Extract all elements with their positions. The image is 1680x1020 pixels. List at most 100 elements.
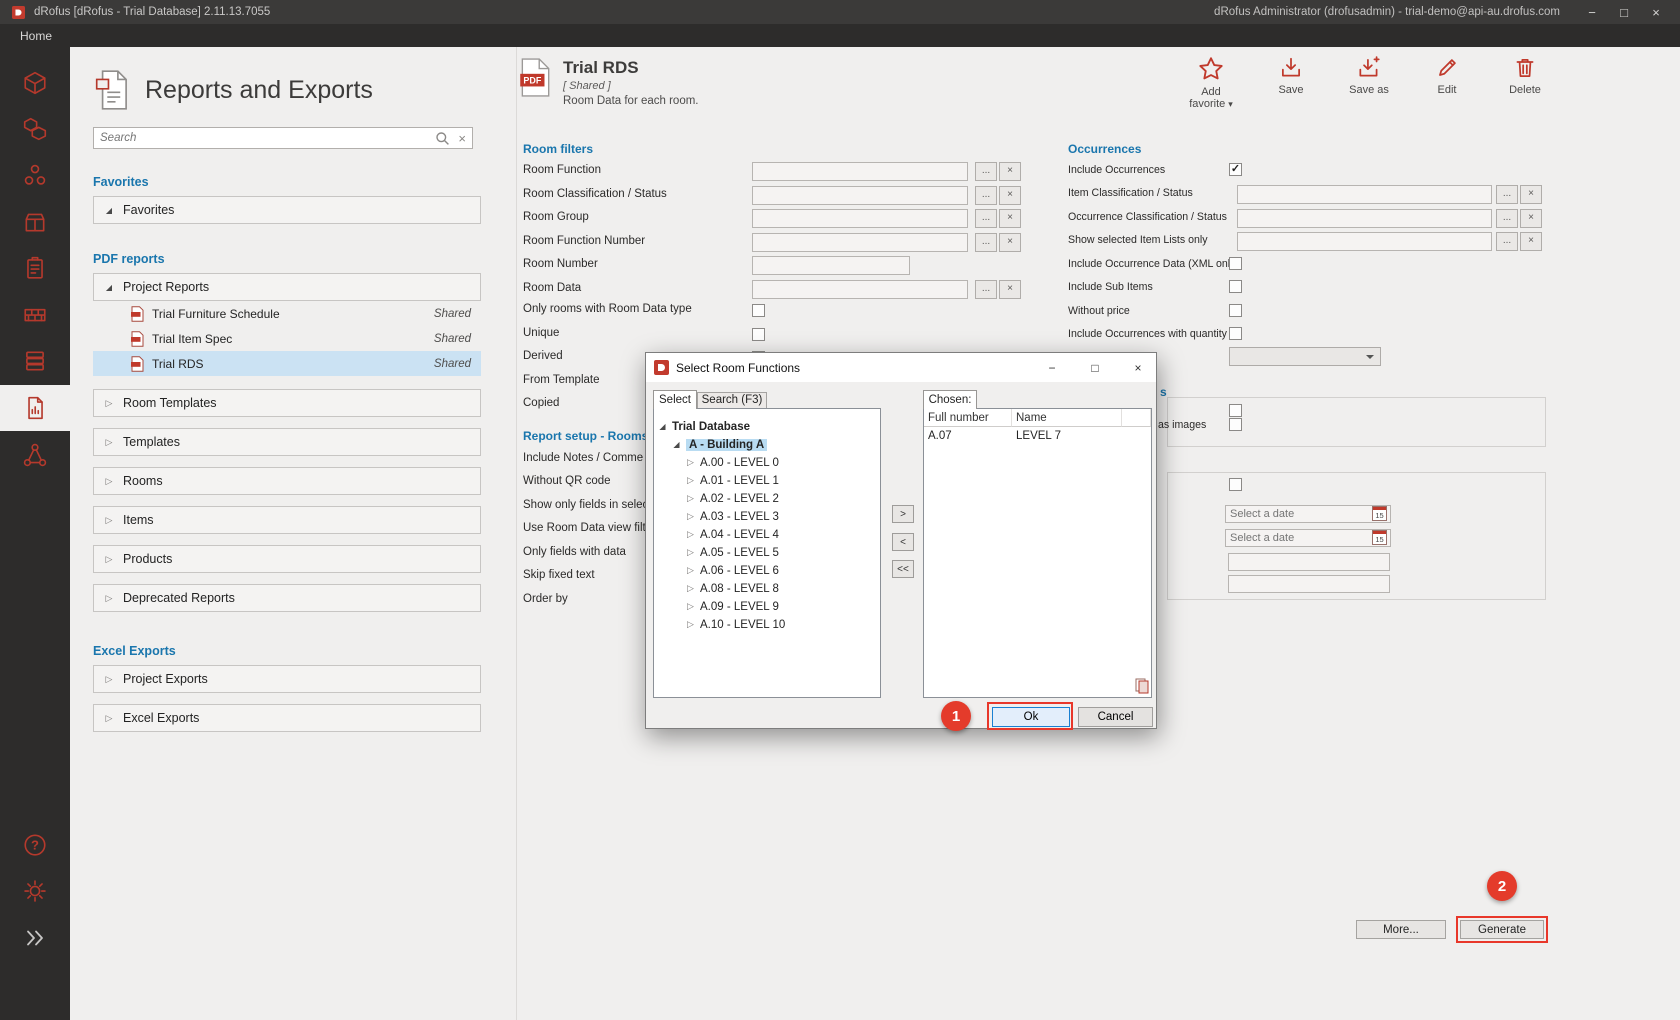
date-from-input[interactable] bbox=[1225, 505, 1391, 523]
extra-input-2[interactable] bbox=[1228, 575, 1390, 593]
lookup-button[interactable]: ... bbox=[975, 209, 997, 228]
add-selected-button[interactable]: > bbox=[892, 505, 914, 523]
column-full-number[interactable]: Full number bbox=[924, 409, 1012, 427]
save-as-button[interactable]: Save as bbox=[1342, 55, 1396, 96]
restore-button[interactable]: □ bbox=[1608, 5, 1640, 20]
room-classification-input[interactable] bbox=[752, 186, 968, 205]
calendar-icon[interactable]: 15 bbox=[1372, 506, 1387, 521]
lookup-button[interactable]: ... bbox=[1496, 185, 1518, 204]
tab-select[interactable]: Select bbox=[653, 390, 697, 409]
tree-node-level[interactable]: ▷A.02 - LEVEL 2 bbox=[686, 490, 779, 507]
remove-all-button[interactable]: << bbox=[892, 560, 914, 578]
as-images-checkbox[interactable] bbox=[1229, 418, 1242, 431]
sidebar-item-4[interactable] bbox=[0, 199, 70, 245]
report-item-trial-rds[interactable]: Trial RDS Shared bbox=[93, 351, 481, 376]
group1-checkbox[interactable] bbox=[1229, 404, 1242, 417]
group-bar-templates[interactable]: ▷Templates bbox=[93, 428, 481, 456]
search-input[interactable] bbox=[100, 132, 435, 144]
sidebar-item-1[interactable] bbox=[0, 60, 70, 106]
lookup-button[interactable]: ... bbox=[975, 233, 997, 252]
clear-button[interactable]: × bbox=[999, 209, 1021, 228]
favorites-group-bar[interactable]: ◢ Favorites bbox=[93, 196, 481, 224]
tree-node-level[interactable]: ▷A.01 - LEVEL 1 bbox=[686, 472, 779, 489]
tree-node-level[interactable]: ▷A.08 - LEVEL 8 bbox=[686, 580, 779, 597]
clear-button[interactable]: × bbox=[1520, 185, 1542, 204]
sidebar-item-5[interactable] bbox=[0, 245, 70, 291]
include-occurrence-data-checkbox[interactable] bbox=[1229, 257, 1242, 270]
unique-checkbox[interactable] bbox=[752, 328, 765, 341]
tree-node-level[interactable]: ▷A.04 - LEVEL 4 bbox=[686, 526, 779, 543]
tab-home[interactable]: Home bbox=[20, 29, 52, 43]
sidebar-item-2[interactable] bbox=[0, 106, 70, 152]
chosen-row[interactable]: A.07 LEVEL 7 bbox=[924, 427, 1151, 445]
collapsed-icon[interactable]: ▷ bbox=[686, 565, 695, 576]
clear-button[interactable]: × bbox=[1520, 209, 1542, 228]
lookup-button[interactable]: ... bbox=[975, 280, 997, 299]
tree-node-database[interactable]: ◢Trial Database bbox=[658, 418, 750, 435]
room-group-input[interactable] bbox=[752, 209, 968, 228]
sidebar-item-expand[interactable] bbox=[0, 914, 70, 960]
collapsed-icon[interactable]: ▷ bbox=[686, 457, 695, 468]
collapsed-icon[interactable]: ▷ bbox=[686, 475, 695, 486]
copy-icon[interactable] bbox=[1135, 678, 1149, 697]
tree-node-level[interactable]: ▷A.03 - LEVEL 3 bbox=[686, 508, 779, 525]
group-bar-room-templates[interactable]: ▷Room Templates bbox=[93, 389, 481, 417]
group-bar-deprecated-reports[interactable]: ▷Deprecated Reports bbox=[93, 584, 481, 612]
quantity-zero-checkbox[interactable] bbox=[1229, 327, 1242, 340]
include-sub-items-checkbox[interactable] bbox=[1229, 280, 1242, 293]
room-data-input[interactable] bbox=[752, 280, 968, 299]
cancel-button[interactable]: Cancel bbox=[1078, 707, 1153, 727]
group-bar-products[interactable]: ▷Products bbox=[93, 545, 481, 573]
lookup-button[interactable]: ... bbox=[975, 186, 997, 205]
edit-button[interactable]: Edit bbox=[1420, 55, 1474, 96]
group-bar-project-exports[interactable]: ▷Project Exports bbox=[93, 665, 481, 693]
collapsed-icon[interactable]: ▷ bbox=[686, 583, 695, 594]
item-classification-input[interactable] bbox=[1237, 185, 1492, 204]
room-function-input[interactable] bbox=[752, 162, 968, 181]
sidebar-item-settings[interactable] bbox=[0, 868, 70, 914]
report-item-trial-item-spec[interactable]: Trial Item Spec Shared bbox=[93, 326, 481, 351]
minimize-button[interactable]: − bbox=[1576, 5, 1608, 20]
close-button[interactable]: × bbox=[1640, 5, 1672, 20]
clear-button[interactable]: × bbox=[999, 186, 1021, 205]
group-bar-excel-exports[interactable]: ▷Excel Exports bbox=[93, 704, 481, 732]
tree-node-level[interactable]: ▷A.06 - LEVEL 6 bbox=[686, 562, 779, 579]
sidebar-item-7[interactable] bbox=[0, 338, 70, 384]
extra-input-1[interactable] bbox=[1228, 553, 1390, 571]
sidebar-item-3[interactable] bbox=[0, 152, 70, 198]
tree-node-building-a[interactable]: ◢A - Building A bbox=[672, 436, 767, 453]
lookup-button[interactable]: ... bbox=[1496, 209, 1518, 228]
dialog-minimize-button[interactable]: − bbox=[1034, 353, 1070, 382]
sidebar-item-help[interactable]: ? bbox=[0, 822, 70, 868]
collapsed-icon[interactable]: ▷ bbox=[686, 619, 695, 630]
lookup-button[interactable]: ... bbox=[1496, 232, 1518, 251]
collapsed-icon[interactable]: ▷ bbox=[686, 601, 695, 612]
dialog-maximize-button[interactable]: □ bbox=[1077, 353, 1113, 382]
clear-button[interactable]: × bbox=[999, 233, 1021, 252]
tree-node-level[interactable]: ▷A.10 - LEVEL 10 bbox=[686, 616, 785, 633]
sidebar-item-6[interactable] bbox=[0, 291, 70, 337]
item-lists-input[interactable] bbox=[1237, 232, 1492, 251]
collapsed-icon[interactable]: ▷ bbox=[686, 511, 695, 522]
more-button[interactable]: More... bbox=[1356, 920, 1446, 939]
clear-button[interactable]: × bbox=[999, 280, 1021, 299]
sidebar-item-reports[interactable] bbox=[0, 385, 70, 431]
without-price-checkbox[interactable] bbox=[1229, 304, 1242, 317]
only-rooms-with-room-data-checkbox[interactable] bbox=[752, 304, 765, 317]
delete-button[interactable]: Delete bbox=[1498, 55, 1552, 96]
group-bar-rooms[interactable]: ▷Rooms bbox=[93, 467, 481, 495]
room-function-number-input[interactable] bbox=[752, 233, 968, 252]
occurrence-classification-input[interactable] bbox=[1237, 209, 1492, 228]
report-item-trial-furniture-schedule[interactable]: Trial Furniture Schedule Shared bbox=[93, 301, 481, 326]
date-filter-checkbox[interactable] bbox=[1229, 478, 1242, 491]
include-occurrences-checkbox[interactable]: ✓ bbox=[1229, 163, 1242, 176]
expanded-icon[interactable]: ◢ bbox=[672, 440, 681, 449]
remove-selected-button[interactable]: < bbox=[892, 533, 914, 551]
lookup-button[interactable]: ... bbox=[975, 162, 997, 181]
group-by-combo[interactable] bbox=[1229, 347, 1381, 366]
add-favorite-button[interactable]: Add favorite▾ bbox=[1182, 55, 1240, 110]
room-number-input[interactable] bbox=[752, 256, 910, 275]
sidebar-item-9[interactable] bbox=[0, 432, 70, 478]
project-reports-group-bar[interactable]: ◢ Project Reports bbox=[93, 273, 481, 301]
expanded-icon[interactable]: ◢ bbox=[658, 422, 667, 431]
